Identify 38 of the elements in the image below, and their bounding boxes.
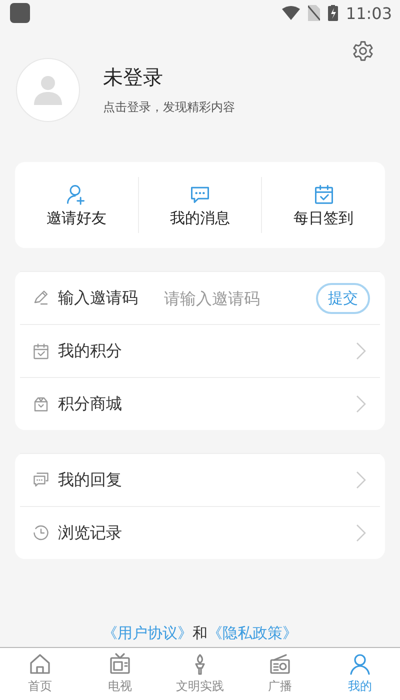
- invite-code-field[interactable]: 请输入邀请码: [164, 288, 308, 308]
- calendar-check-icon: [32, 342, 50, 360]
- person-icon: [348, 652, 372, 676]
- chevron-icon: [356, 342, 366, 360]
- tab-item[interactable]: 电视: [80, 648, 160, 700]
- chevron-icon: [356, 395, 366, 413]
- gift-box-icon: [32, 395, 50, 413]
- tab-item[interactable]: 文明实践: [160, 648, 240, 700]
- radio-icon: [268, 652, 292, 676]
- settings-icon[interactable]: [352, 40, 374, 62]
- conjunction-text: 和: [192, 624, 208, 643]
- tab-item[interactable]: 首页: [0, 648, 80, 700]
- quick-action-button[interactable]: 我的消息: [138, 177, 262, 233]
- person-silhouette-icon: [34, 75, 62, 105]
- app-icon: [10, 3, 30, 23]
- menu-item[interactable]: 浏览记录: [20, 506, 380, 559]
- person-plus-icon: [65, 182, 88, 204]
- wifi-icon: [282, 6, 300, 20]
- chevron-icon: [356, 524, 366, 542]
- home-icon: [28, 652, 52, 676]
- pencil-icon: [32, 289, 50, 307]
- chevron-icon: [356, 471, 366, 489]
- login-hint: 点击登录，发现精彩内容: [103, 99, 235, 116]
- status-time: 11:03: [346, 4, 392, 22]
- menu-item[interactable]: 积分商城: [20, 377, 380, 430]
- invite-code-label: 输入邀请码: [58, 288, 138, 308]
- tv-icon: [108, 652, 132, 676]
- clock-icon: [32, 524, 50, 542]
- tab-item[interactable]: 广播: [240, 648, 320, 700]
- no-sim-icon: [308, 5, 320, 21]
- menu-item[interactable]: 我的回复: [20, 453, 380, 506]
- login-status[interactable]: 未登录: [103, 64, 235, 91]
- menu-item[interactable]: 我的积分: [20, 324, 380, 377]
- calendar-check-icon: [312, 182, 335, 204]
- quick-action-button[interactable]: 邀请好友: [15, 177, 138, 233]
- chat-bubbles-icon: [32, 471, 50, 489]
- battery-icon: [328, 5, 338, 21]
- quick-action-button[interactable]: 每日签到: [261, 177, 386, 233]
